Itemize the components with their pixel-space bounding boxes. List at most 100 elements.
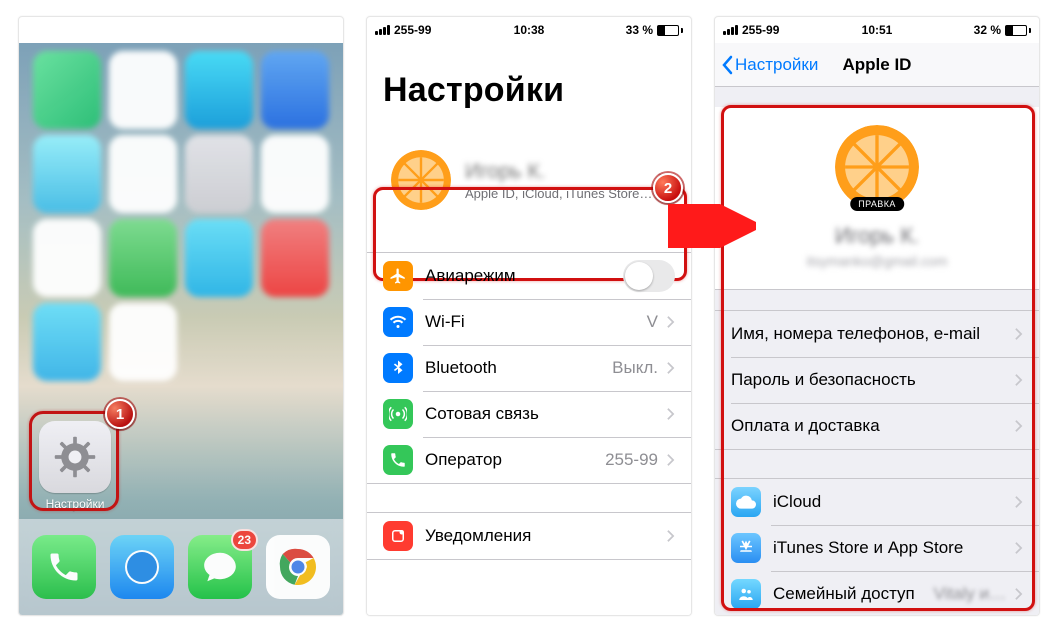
status-bar: 255-99 10:38 33 % [367, 17, 691, 43]
avatar-icon [391, 150, 451, 210]
screen-settings: 255-99 10:38 33 % Настройки Игорь К. App… [366, 16, 692, 616]
row-icloud[interactable]: iCloud [715, 479, 1039, 525]
screen-appleid: 255-99 10:51 32 % Настройки Apple ID ПРА… [714, 16, 1040, 616]
row-value: V [647, 312, 658, 332]
app-unknown[interactable] [261, 219, 329, 297]
chevron-right-icon [1014, 495, 1023, 509]
row-name-phone-email[interactable]: Имя, номера телефонов, e-mail [715, 311, 1039, 357]
app-unknown[interactable] [109, 303, 177, 381]
account-name: Игорь К. [465, 160, 652, 184]
app-unknown[interactable] [109, 51, 177, 129]
row-label: Имя, номера телефонов, e-mail [731, 324, 1014, 344]
status-bar: 255-99 10:38 33 % [19, 17, 343, 43]
row-label: Авиарежим [425, 266, 623, 286]
row-label: Семейный доступ [773, 584, 934, 604]
row-label: Пароль и безопасность [731, 370, 1014, 390]
messages-badge: 23 [231, 529, 258, 551]
safari-icon [122, 547, 162, 587]
chevron-right-icon [1014, 587, 1023, 601]
profile-block: ПРАВКА Игорь К. itsymanko@gmail.com [715, 107, 1039, 290]
airplane-icon [383, 261, 413, 291]
app-unknown[interactable] [33, 135, 101, 213]
chevron-right-icon [666, 361, 675, 375]
app-messages[interactable]: 23 [188, 535, 252, 599]
app-settings[interactable]: Настройки [33, 421, 117, 511]
chrome-icon [277, 546, 319, 588]
chevron-left-icon [721, 55, 733, 75]
row-cellular[interactable]: Сотовая связь [367, 391, 691, 437]
row-operator[interactable]: Оператор 255-99 [367, 437, 691, 483]
phone-icon [46, 549, 82, 585]
appstore-icon [731, 533, 761, 563]
step-badge-1: 1 [105, 399, 135, 429]
app-safari[interactable] [110, 535, 174, 599]
row-password-security[interactable]: Пароль и безопасность [715, 357, 1039, 403]
cellular-icon [383, 399, 413, 429]
app-unknown[interactable] [185, 51, 253, 129]
app-unknown[interactable] [109, 135, 177, 213]
account-subtitle: Apple ID, iCloud, iTunes Store… [465, 186, 652, 201]
row-label: Уведомления [425, 526, 666, 546]
chevron-right-icon [1014, 419, 1023, 433]
page-title: Настройки [367, 43, 691, 120]
wifi-icon [383, 307, 413, 337]
row-bluetooth[interactable]: Bluetooth Выкл. [367, 345, 691, 391]
row-notifications[interactable]: Уведомления [367, 513, 691, 559]
row-label: iTunes Store и App Store [773, 538, 1014, 558]
step-badge-2: 2 [653, 173, 683, 203]
cloud-icon [731, 487, 761, 517]
chevron-right-icon [1014, 327, 1023, 341]
chevron-right-icon [1014, 541, 1023, 555]
chevron-right-icon [666, 453, 675, 467]
row-label: Оплата и доставка [731, 416, 1014, 436]
chevron-right-icon [666, 529, 675, 543]
account-row[interactable]: Игорь К. Apple ID, iCloud, iTunes Store… [379, 136, 679, 224]
clock: 10:38 [367, 23, 691, 37]
chevron-right-icon [1014, 373, 1023, 387]
row-label: Оператор [425, 450, 605, 470]
back-label: Настройки [735, 55, 818, 75]
app-phone[interactable] [32, 535, 96, 599]
notifications-icon [383, 521, 413, 551]
app-unknown[interactable] [109, 219, 177, 297]
phone-icon [383, 445, 413, 475]
row-airplane[interactable]: Авиарежим [367, 253, 691, 299]
row-value: Vitaly и… [934, 584, 1006, 604]
app-unknown[interactable] [33, 303, 101, 381]
row-itunes-appstore[interactable]: iTunes Store и App Store [715, 525, 1039, 571]
app-settings-label: Настройки [33, 497, 117, 511]
row-label: iCloud [773, 492, 1014, 512]
row-value: 255-99 [605, 450, 658, 470]
clock: 10:51 [715, 23, 1039, 37]
app-unknown[interactable] [261, 135, 329, 213]
app-unknown[interactable] [33, 219, 101, 297]
status-bar: 255-99 10:51 32 % [715, 17, 1039, 43]
row-label: Bluetooth [425, 358, 612, 378]
app-chrome[interactable] [266, 535, 330, 599]
app-unknown[interactable] [261, 51, 329, 129]
nav-bar: Настройки Apple ID [715, 43, 1039, 87]
screen-home: 255-99 10:38 33 % [18, 16, 344, 616]
row-label: Сотовая связь [425, 404, 666, 424]
profile-email: itsymanko@gmail.com [715, 253, 1039, 269]
edit-avatar-button[interactable]: ПРАВКА [850, 197, 904, 211]
bluetooth-icon [383, 353, 413, 383]
chevron-right-icon [666, 407, 675, 421]
messages-icon [201, 548, 239, 586]
row-payment-shipping[interactable]: Оплата и доставка [715, 403, 1039, 449]
airplane-toggle[interactable] [623, 260, 675, 292]
row-value: Выкл. [612, 358, 658, 378]
chevron-right-icon [666, 315, 675, 329]
row-family-sharing[interactable]: Семейный доступ Vitaly и… [715, 571, 1039, 615]
profile-name: Игорь К. [715, 223, 1039, 249]
row-wifi[interactable]: Wi-Fi V [367, 299, 691, 345]
back-button[interactable]: Настройки [715, 55, 818, 75]
family-icon [731, 579, 761, 609]
app-unknown[interactable] [185, 135, 253, 213]
dock: 23 [19, 519, 343, 615]
gear-icon [52, 434, 98, 480]
app-unknown[interactable] [33, 51, 101, 129]
app-unknown[interactable] [185, 219, 253, 297]
clock: 10:38 [19, 23, 343, 37]
row-label: Wi-Fi [425, 312, 647, 332]
